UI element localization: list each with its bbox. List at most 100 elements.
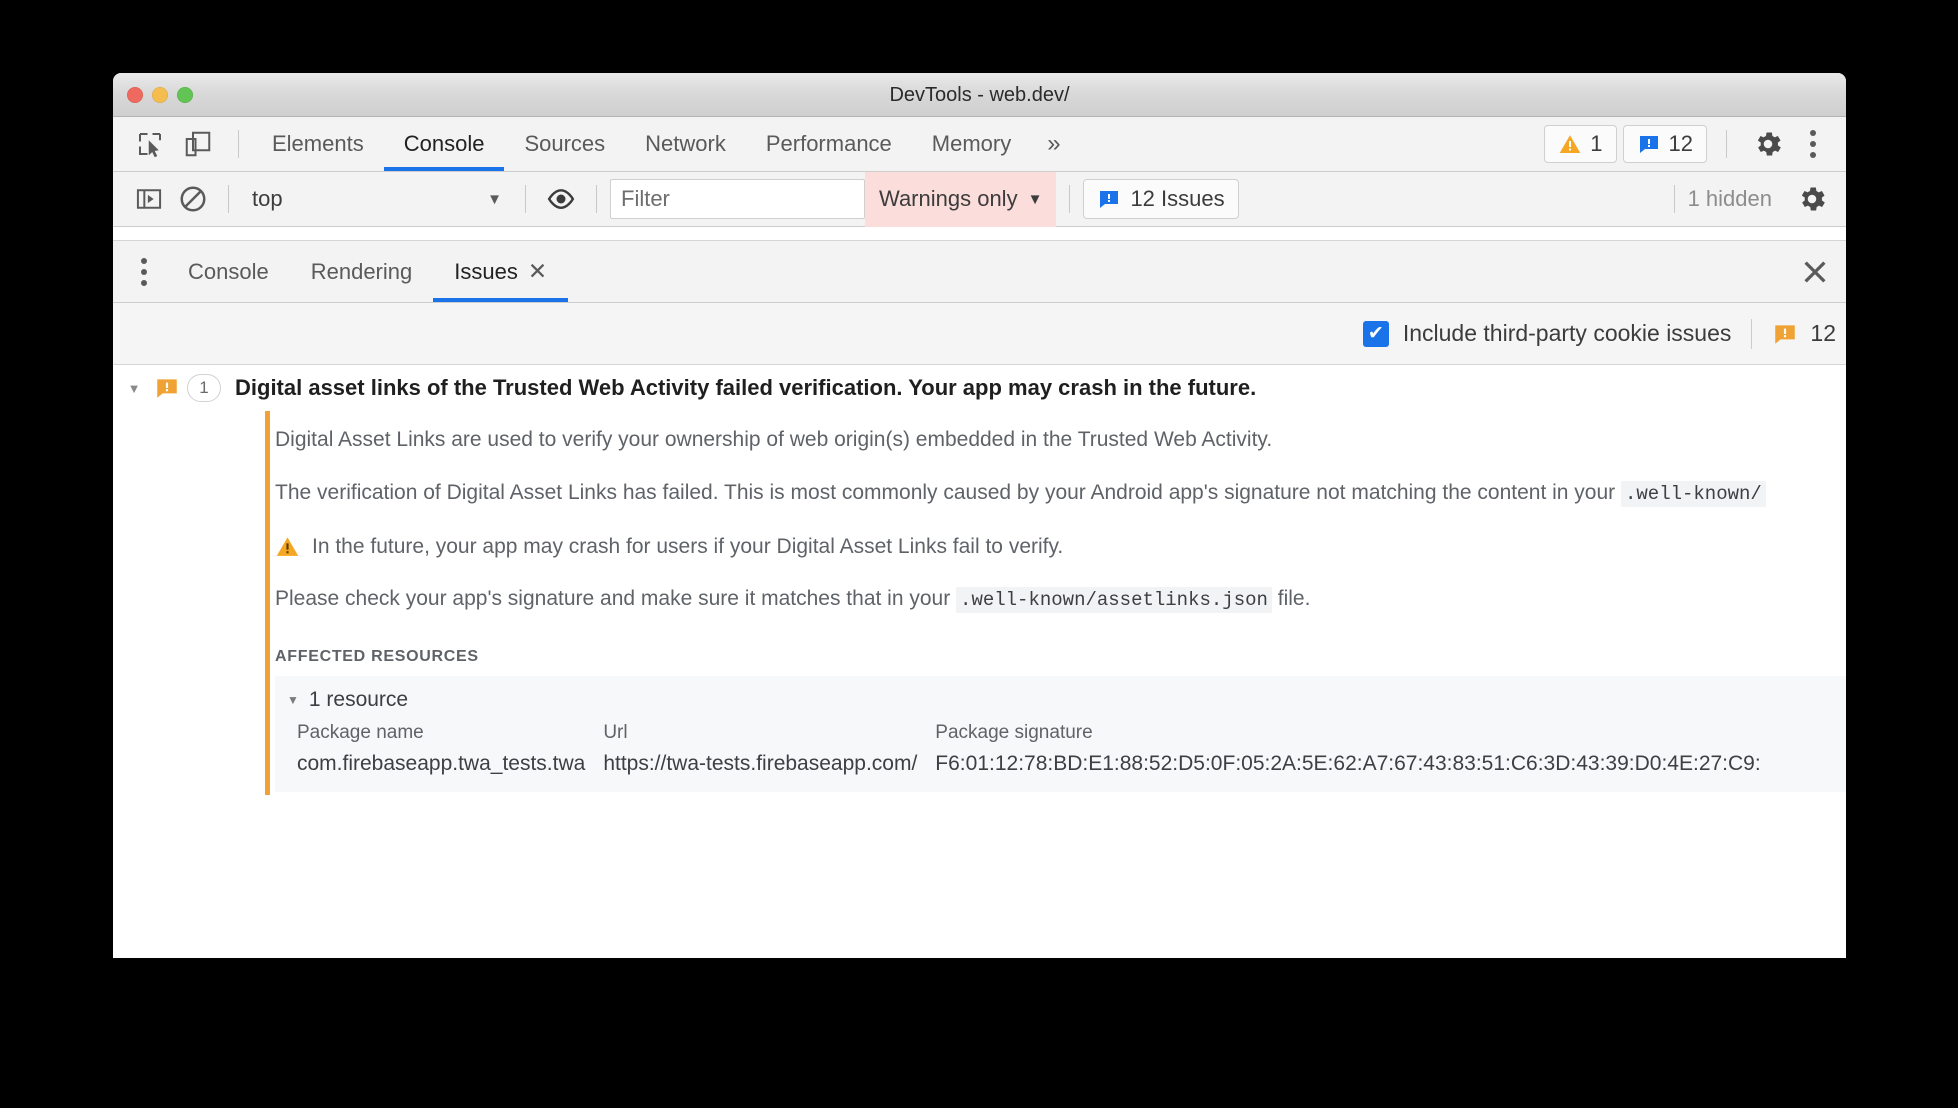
table-row: com.firebaseapp.twa_tests.twa https://tw… [297,752,1779,776]
context-selector-value: top [252,186,283,211]
panel-tabs: Elements Console Sources Network Perform… [252,117,1075,171]
issue-speech-icon [1637,132,1661,156]
affected-resources-table: Package name Url Package signature com.f… [297,722,1779,776]
console-settings-button[interactable] [1790,177,1834,221]
issues-list: ▼ 1 Digital asset links of the Trusted W… [113,365,1846,795]
issue-paragraph-3-suffix: file. [1271,587,1311,610]
screen: DevTools - web.dev/ Elements Console Sou… [0,0,1958,1108]
window-titlebar: DevTools - web.dev/ [113,73,1846,117]
devtools-settings-button[interactable] [1746,122,1790,166]
tab-performance-label: Performance [765,131,892,156]
console-level-selector[interactable]: Warnings only ▼ [865,171,1057,227]
checkbox-checked-icon: ✔ [1362,320,1389,347]
issue-paragraph-3-prefix: Please check your app's signature and ma… [275,587,957,610]
javascript-context-selector[interactable]: top ▼ [242,179,512,219]
kebab-dot [1810,152,1816,158]
drawer-tab-rendering-label: Rendering [310,258,413,284]
drawer-tab-console-label: Console [188,258,269,284]
column-package-name: Package name [297,721,424,743]
warnings-counter-button[interactable]: 1 [1544,125,1617,163]
issue-severity-rail [265,411,270,795]
drawer-tab-issues[interactable]: Issues ✕ [433,241,568,302]
drawer-menu-button[interactable] [121,241,167,302]
gear-icon [1796,183,1828,215]
clear-console-button[interactable] [171,177,215,221]
live-expression-eye-icon [546,184,576,214]
issue-paragraph-2: The verification of Digital Asset Links … [275,466,1846,520]
hidden-messages-label: 1 hidden [1687,186,1772,211]
tab-elements[interactable]: Elements [252,117,384,171]
include-third-party-cookie-issues-checkbox[interactable]: ✔ Include third-party cookie issues [1362,320,1732,347]
tab-console[interactable]: Console [383,117,505,171]
clear-console-icon [178,184,208,214]
cell-url: https://twa-tests.firebaseapp.com/ [603,751,918,775]
filterbar-divider-5 [1673,185,1675,213]
warning-triangle-icon [1558,132,1582,156]
issue-speech-icon [1772,321,1798,347]
kebab-dot [1810,141,1816,147]
kebab-menu-icon [1810,130,1816,136]
close-tab-icon[interactable]: ✕ [528,260,547,283]
drawer-tab-rendering[interactable]: Rendering [290,241,434,302]
more-tabs-icon: » [1047,130,1060,157]
issue-body: Digital Asset Links are used to verify y… [113,411,1846,795]
device-toolbar-button[interactable] [177,123,219,165]
tab-performance[interactable]: Performance [746,117,912,171]
gear-icon [1752,128,1784,160]
filterbar-divider-2 [525,185,526,213]
close-drawer-button[interactable] [1784,241,1846,302]
live-expression-button[interactable] [539,177,583,221]
tab-console-label: Console [403,131,485,156]
warnings-count: 1 [1590,131,1603,156]
issues-toolbar: ✔ Include third-party cookie issues 12 [113,303,1846,365]
chevron-down-icon: ▼ [287,692,299,707]
close-icon [1800,257,1830,287]
console-issues-button[interactable]: 12 Issues [1083,179,1239,219]
issue-count-chip: 1 [187,374,221,402]
warning-triangle-icon [275,534,300,559]
tab-elements-label: Elements [272,131,364,156]
include-third-party-cookie-issues-label: Include third-party cookie issues [1402,320,1732,346]
issue-speech-icon [154,375,180,401]
issue-speech-icon [1097,187,1121,211]
issues-total-count: 12 [1772,320,1846,347]
tab-network[interactable]: Network [625,117,746,171]
drawer-tab-console[interactable]: Console [167,241,290,302]
issue-severity-icon-slot [147,375,187,401]
console-sidebar-icon [135,185,163,213]
kebab-dot [141,279,147,286]
tab-network-label: Network [645,131,726,156]
tab-memory[interactable]: Memory [912,117,1031,171]
devtools-tabbar-right: 1 12 [1544,117,1846,171]
resource-count-toggle[interactable]: ▼ 1 resource [283,684,1846,722]
devtools-main-menu-button[interactable] [1796,122,1830,166]
tab-sources[interactable]: Sources [504,117,625,171]
issues-counter-button[interactable]: 12 [1622,125,1707,163]
assetlinks-json-code: .well-known/assetlinks.json [956,587,1272,613]
tabbar-right-divider [1726,130,1727,158]
devtools-tool-icons [113,117,252,171]
tab-memory-label: Memory [931,131,1012,156]
console-sidebar-toggle[interactable] [127,177,171,221]
drawer-tab-issues-label: Issues [454,258,518,284]
console-filterbar-right: 1 hidden [1661,177,1846,221]
issue-warning-line: In the future, your app may crash for us… [275,520,1846,572]
console-filter-input[interactable] [610,179,865,219]
more-tabs-button[interactable]: » [1031,117,1074,171]
console-output-area [113,227,1846,241]
learn-more-link[interactable]: Learn more: Changes to quality criteria … [275,792,1846,795]
table-header-row: Package name Url Package signature [297,722,1779,752]
toolbar-divider [238,130,239,158]
issue-paragraph-1: Digital Asset Links are used to verify y… [275,428,1273,451]
window-title: DevTools - web.dev/ [889,83,1070,106]
console-level-value: Warnings only [879,186,1018,211]
column-package-signature: Package signature [935,721,1093,743]
expand-issue-toggle[interactable]: ▼ [121,381,147,396]
tab-sources-label: Sources [524,131,606,156]
issue-title: Digital asset links of the Trusted Web A… [235,375,1257,400]
device-toolbar-icon [183,129,213,159]
issue-header-row[interactable]: ▼ 1 Digital asset links of the Trusted W… [113,365,1846,411]
devtools-window: DevTools - web.dev/ Elements Console Sou… [113,73,1846,958]
filterbar-divider [228,185,229,213]
inspect-element-button[interactable] [129,123,171,165]
